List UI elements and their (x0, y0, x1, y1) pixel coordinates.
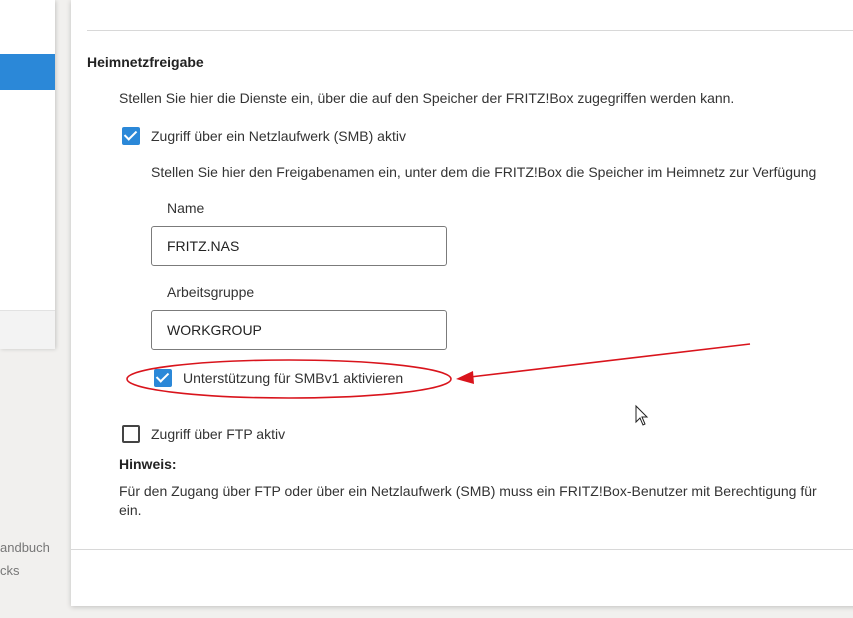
smbv1-checkbox[interactable] (154, 369, 172, 387)
section-intro: Stellen Sie hier die Dienste ein, über d… (119, 90, 735, 106)
smb-description: Stellen Sie hier den Freigabenamen ein, … (151, 164, 817, 180)
hint-title: Hinweis: (119, 456, 177, 472)
workgroup-input[interactable] (151, 310, 447, 350)
sidebar-panel (0, 0, 55, 349)
hint-text-line1: Für den Zugang über FTP oder über ein Ne… (119, 483, 817, 499)
divider-bottom (71, 549, 853, 550)
name-input[interactable] (151, 226, 447, 266)
sidebar-active-item[interactable] (0, 54, 55, 90)
smbv1-checkbox-label[interactable]: Unterstützung für SMBv1 aktivieren (183, 370, 403, 386)
sidebar-footer (0, 310, 55, 349)
content-card: Heimnetzfreigabe Stellen Sie hier die Di… (71, 0, 853, 606)
smb-checkbox[interactable] (122, 127, 140, 145)
hint-text-line2: ein. (119, 502, 142, 518)
name-label: Name (167, 200, 205, 216)
workgroup-label: Arbeitsgruppe (167, 284, 255, 300)
section-title: Heimnetzfreigabe (87, 54, 204, 70)
ftp-checkbox-label[interactable]: Zugriff über FTP aktiv (151, 426, 285, 442)
smb-checkbox-label[interactable]: Zugriff über ein Netzlaufwerk (SMB) akti… (151, 128, 406, 144)
ftp-checkbox[interactable] (122, 425, 140, 443)
sidebar-link-tricks[interactable]: cks (0, 563, 20, 578)
sidebar-link-handbuch[interactable]: andbuch (0, 540, 50, 555)
divider-top (87, 30, 853, 31)
